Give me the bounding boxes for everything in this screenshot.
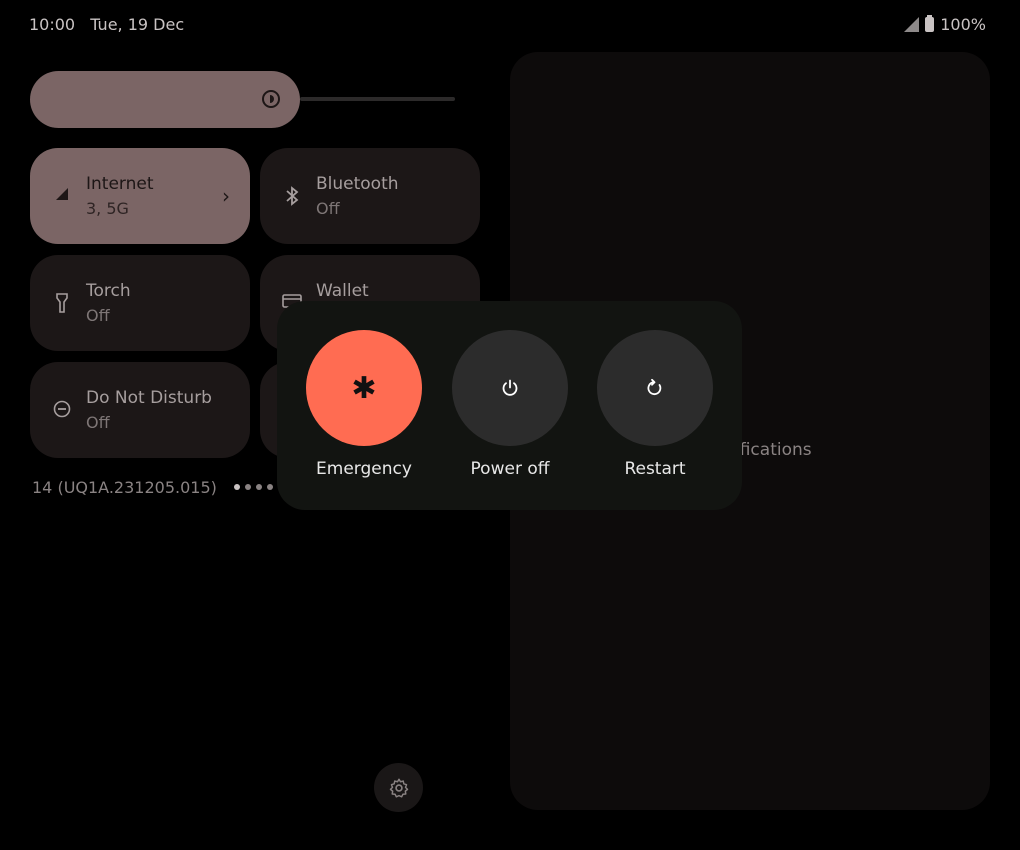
asterisk-icon: ✱ [351, 370, 377, 406]
brightness-slider-track[interactable] [300, 97, 455, 101]
restart-button[interactable] [597, 330, 713, 446]
power-icon [502, 379, 518, 396]
emergency-label: Emergency [316, 459, 412, 479]
tile-subtitle: Off [316, 199, 340, 218]
power-menu-dialog: ✱ Emergency Power off Restart [277, 301, 742, 510]
torch-icon [52, 293, 72, 313]
signal-icon [52, 186, 72, 206]
chevron-right-icon: › [222, 184, 230, 208]
page-dot [245, 484, 251, 490]
status-bar-left: 10:00 Tue, 19 Dec [29, 15, 194, 34]
battery-percent: 100% [940, 15, 986, 34]
tile-title: Internet [86, 174, 154, 194]
power-off-label: Power off [470, 459, 550, 479]
tile-torch[interactable]: Torch Off [30, 255, 250, 351]
brightness-slider[interactable] [30, 71, 300, 128]
tile-internet[interactable]: Internet 3, 5G › [30, 148, 250, 244]
restart-icon [647, 378, 662, 396]
tile-bluetooth[interactable]: Bluetooth Off [260, 148, 480, 244]
do-not-disturb-icon [52, 400, 72, 420]
power-off-button[interactable] [452, 330, 568, 446]
bluetooth-icon [282, 186, 302, 206]
screen: 10:00 Tue, 19 Dec 100% Internet 3, 5G › … [0, 0, 1020, 850]
page-dot [234, 484, 240, 490]
tile-title: Wallet [316, 281, 369, 301]
page-indicator [234, 484, 273, 490]
page-dot [256, 484, 262, 490]
brightness-icon [262, 90, 280, 108]
tile-do-not-disturb[interactable]: Do Not Disturb Off [30, 362, 250, 458]
emergency-button[interactable]: ✱ [306, 330, 422, 446]
battery-icon [925, 15, 935, 32]
cell-signal-icon [904, 17, 920, 32]
date: Tue, 19 Dec [90, 15, 185, 34]
tile-subtitle: Off [86, 413, 110, 432]
build-number[interactable]: 14 (UQ1A.231205.015) [32, 478, 217, 497]
clock: 10:00 [29, 15, 76, 34]
tile-subtitle: Off [86, 306, 110, 325]
no-notifications-text: ifications [735, 440, 812, 460]
tile-title: Bluetooth [316, 174, 399, 194]
restart-label: Restart [624, 459, 686, 479]
tile-title: Do Not Disturb [86, 388, 212, 408]
status-bar-right: 100% [904, 15, 986, 34]
page-dot [267, 484, 273, 490]
settings-button[interactable] [374, 763, 423, 812]
tile-subtitle: 3, 5G [86, 199, 129, 218]
tile-title: Torch [86, 281, 131, 301]
gear-icon [389, 778, 408, 798]
